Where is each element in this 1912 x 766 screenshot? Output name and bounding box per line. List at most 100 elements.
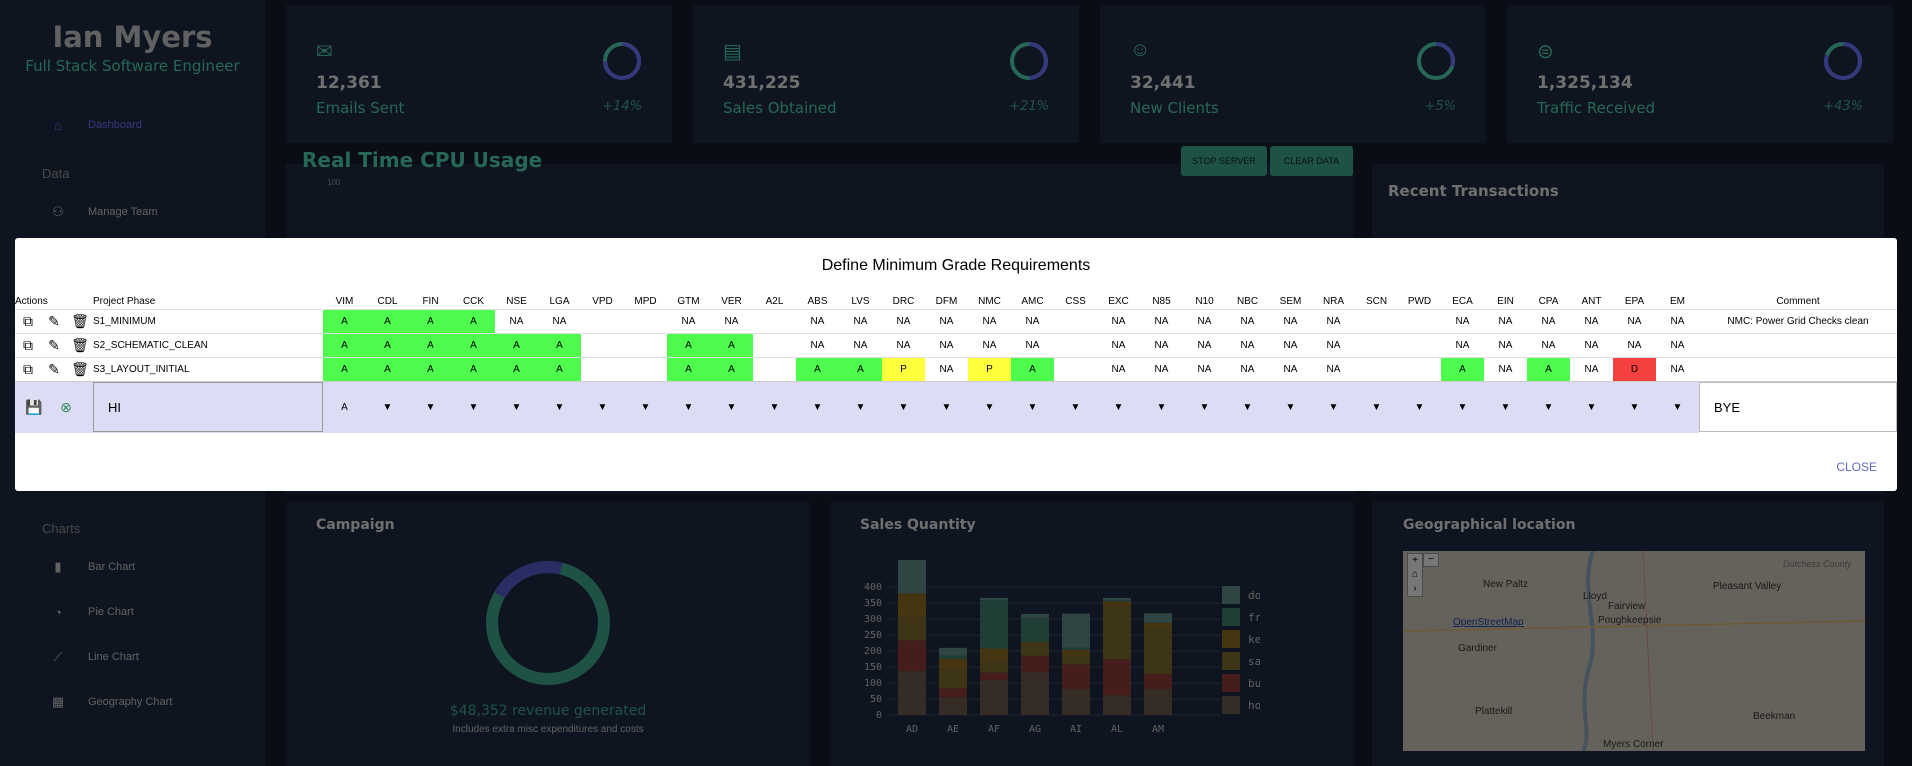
grade-cell: NA [1097,356,1140,381]
chevron-down-icon: ▼ [1543,401,1554,413]
grade-cell: NA [495,308,538,333]
grade-cell: A [710,332,753,357]
grade-select[interactable]: ▼ [495,380,538,433]
grade-select[interactable]: ▼ [1656,380,1699,433]
phase-input[interactable]: HI [93,382,323,433]
save-icon[interactable]: 💾 [25,399,43,416]
grade-cell: NA [667,308,710,333]
delete-icon[interactable]: 🗑 [71,337,89,354]
chevron-down-icon: ▼ [1629,401,1640,413]
grade-select[interactable]: ▼ [366,380,409,433]
grade-cell: A [1527,356,1570,381]
header-vpd: VPD [592,295,613,307]
grade-select[interactable]: ▼ [1484,380,1527,433]
grade-cell: A [667,332,710,357]
grade-select[interactable]: ▼ [1140,380,1183,433]
grade-select[interactable]: ▼ [925,380,968,433]
grade-select[interactable]: ▼ [1355,380,1398,433]
grade-cell: NA [1527,308,1570,333]
grade-select[interactable]: ▼ [1054,380,1097,433]
chevron-down-icon: ▼ [1156,401,1167,413]
grade-cell: NA [1570,332,1613,357]
chevron-down-icon: ▼ [511,401,522,413]
grade-select[interactable]: ▼ [1269,380,1312,433]
grade-cell: NA [1527,332,1570,357]
grade-cell: NA [1312,332,1355,357]
grade-select[interactable]: A [323,380,366,433]
header-comment: Comment [1776,295,1820,307]
header-gtm: GTM [677,295,700,307]
row-phase: S3_LAYOUT_INITIAL [93,356,323,381]
grade-cell [1355,308,1398,333]
grade-select[interactable]: ▼ [1183,380,1226,433]
grade-cell: A [409,308,452,333]
edit-comment-cell: BYE [1699,380,1897,433]
grade-select[interactable]: ▼ [839,380,882,433]
grade-cell [753,356,796,381]
grade-cell: A [452,356,495,381]
chevron-down-icon: ▼ [1371,401,1382,413]
grade-cell [581,332,624,357]
edit-icon[interactable]: ✎ [45,337,63,354]
copy-icon[interactable]: ⧉ [19,313,37,330]
grade-select[interactable]: ▼ [1226,380,1269,433]
grade-select[interactable]: ▼ [796,380,839,433]
grade-select[interactable]: ▼ [1570,380,1613,433]
grade-cell: NA [1183,332,1226,357]
header-sem: SEM [1279,295,1302,307]
copy-icon[interactable]: ⧉ [19,361,37,378]
delete-icon[interactable]: 🗑 [71,313,89,330]
header-pwd: PWD [1407,295,1432,307]
row-actions: ⧉ ✎ 🗑 [15,332,93,357]
grade-select[interactable]: ▼ [1613,380,1656,433]
chevron-down-icon: ▼ [898,401,909,413]
grade-cell: NA [1140,356,1183,381]
cancel-icon[interactable]: ⊗ [57,399,75,416]
grade-cell [1398,308,1441,333]
comment-input[interactable]: BYE [1699,382,1897,433]
row-actions: ⧉ ✎ 🗑 [15,356,93,381]
grade-select[interactable]: ▼ [1312,380,1355,433]
grade-select[interactable]: ▼ [1011,380,1054,433]
header-em: EM [1670,295,1685,307]
chevron-down-icon: ▼ [1242,401,1253,413]
grade-select[interactable]: ▼ [538,380,581,433]
grade-cell [581,356,624,381]
grade-cell: A [495,356,538,381]
grade-select[interactable]: ▼ [452,380,495,433]
grade-cell: A [1441,356,1484,381]
grade-cell: P [882,356,925,381]
grade-select[interactable]: ▼ [624,380,667,433]
grade-select[interactable]: ▼ [882,380,925,433]
chevron-down-icon: ▼ [1027,401,1038,413]
grade-select[interactable]: ▼ [1398,380,1441,433]
row-phase: S1_MINIMUM [93,308,323,333]
grade-cell: NA [796,308,839,333]
grade-select[interactable]: ▼ [581,380,624,433]
grade-select[interactable]: ▼ [1441,380,1484,433]
copy-icon[interactable]: ⧉ [19,337,37,354]
row-actions: ⧉ ✎ 🗑 [15,308,93,333]
grade-cell: NA [968,332,1011,357]
delete-icon[interactable]: 🗑 [71,361,89,378]
grade-select[interactable]: ▼ [710,380,753,433]
grade-select[interactable]: ▼ [1527,380,1570,433]
header-abs: ABS [807,295,828,307]
grade-select[interactable]: ▼ [968,380,1011,433]
grade-cell: NA [796,332,839,357]
grade-cell: NA [1183,308,1226,333]
grade-select[interactable]: ▼ [1097,380,1140,433]
grade-cell [1054,332,1097,357]
chevron-down-icon: ▼ [640,401,651,413]
grade-cell: NA [1140,332,1183,357]
grade-cell [1398,332,1441,357]
grade-select[interactable]: ▼ [409,380,452,433]
grade-cell: NA [1656,332,1699,357]
grade-cell: NA [1269,356,1312,381]
header-css: CSS [1065,295,1086,307]
edit-icon[interactable]: ✎ [45,313,63,330]
grade-select[interactable]: ▼ [667,380,710,433]
close-button[interactable]: CLOSE [1836,460,1877,474]
edit-icon[interactable]: ✎ [45,361,63,378]
grade-select[interactable]: ▼ [753,380,796,433]
